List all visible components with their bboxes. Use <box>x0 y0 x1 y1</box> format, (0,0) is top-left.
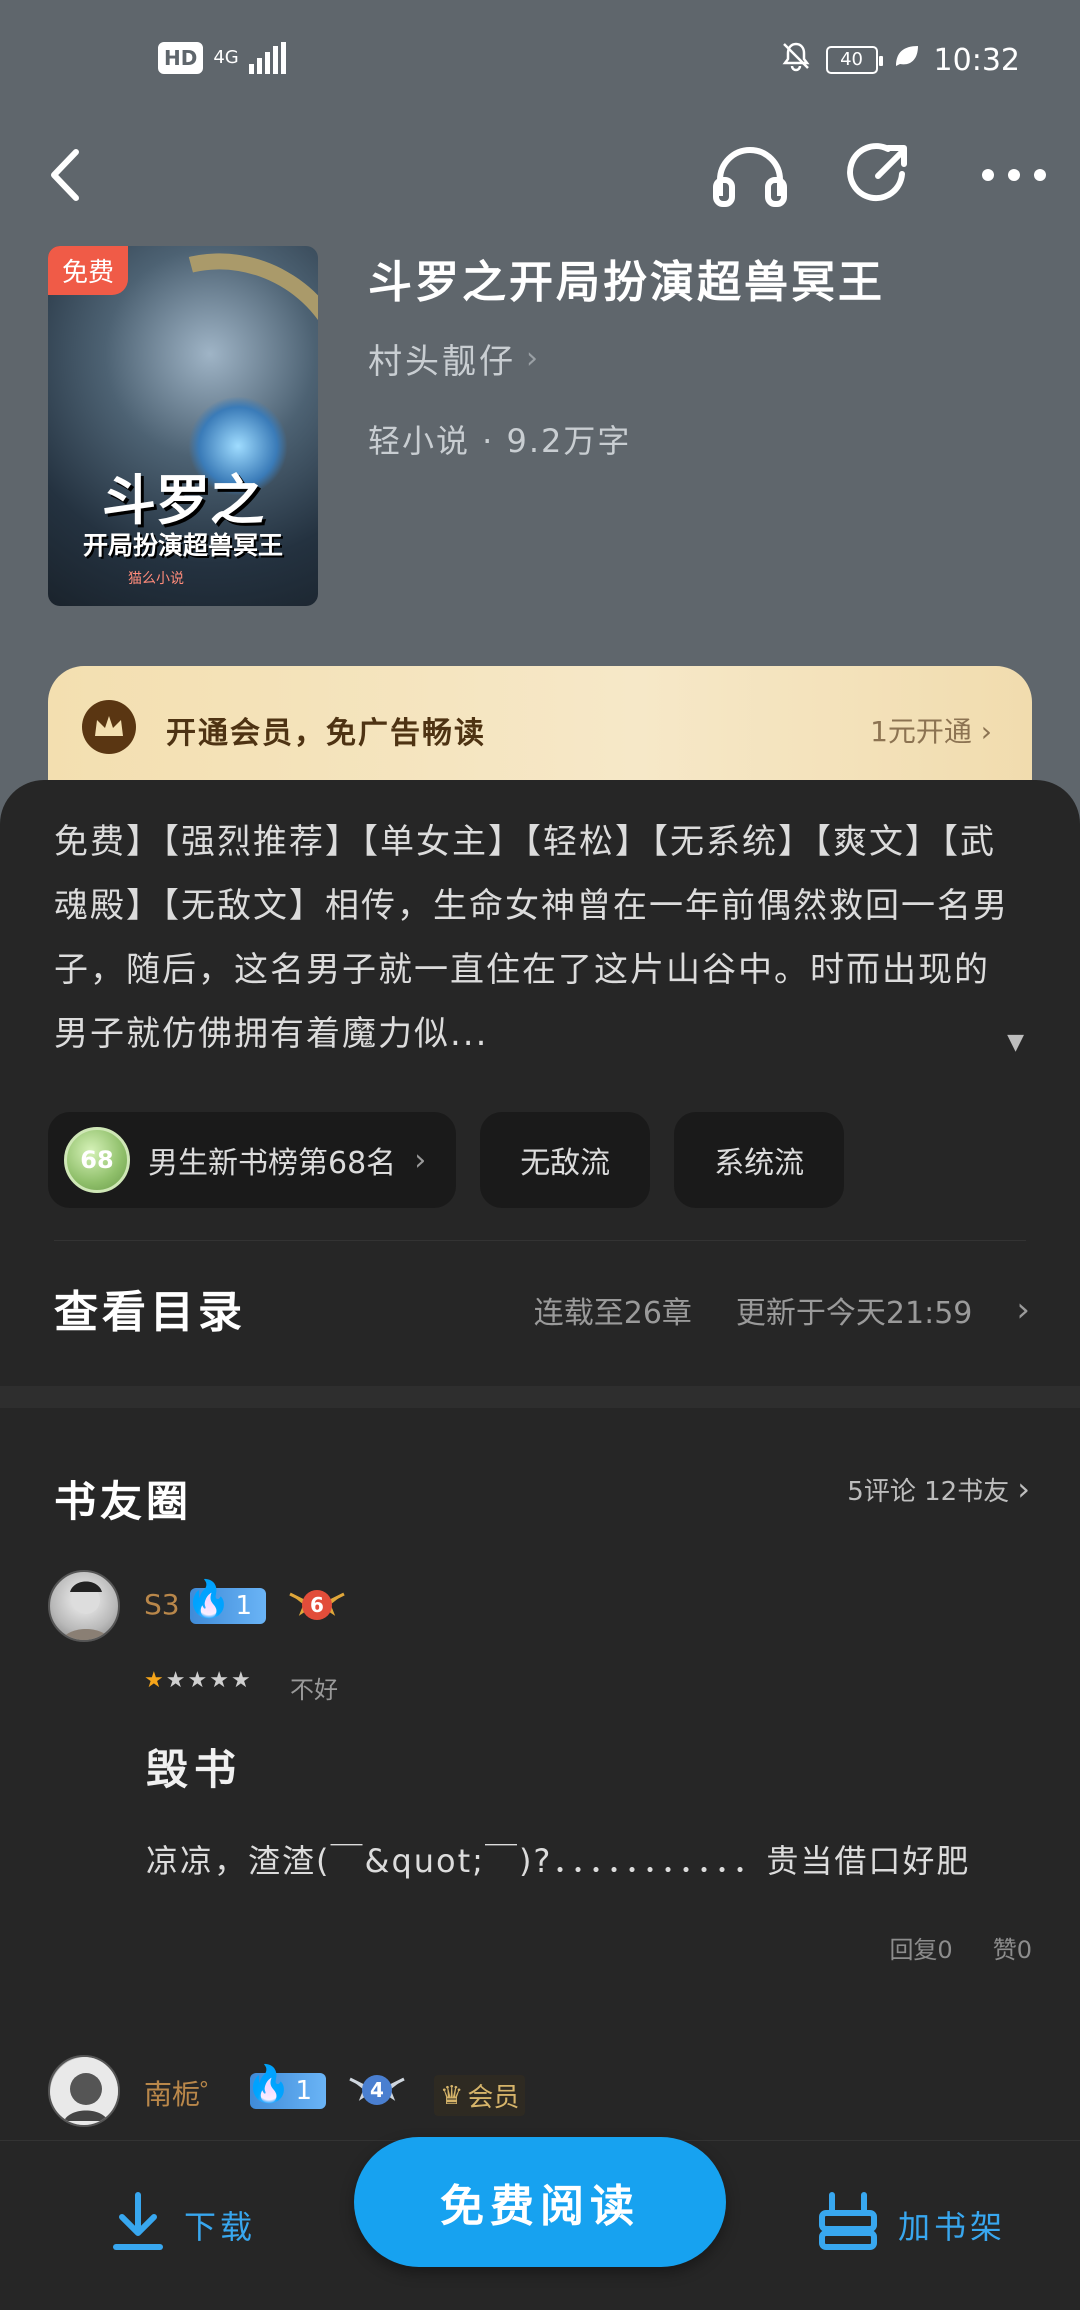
catalog-info: 连载至26章 更新于今天21:59 › <box>534 1288 1030 1332</box>
review-actions: 回复0 赞0 <box>889 1930 1032 1965</box>
vip-text: 开通会员，免广告畅读 <box>166 716 486 751</box>
cover-subtitle: 开局扮演超兽冥王 <box>82 531 283 560</box>
book-cover[interactable]: 斗罗之 开局扮演超兽冥王 猫么小说 免费 <box>48 246 318 606</box>
star-icon: ★ <box>165 1668 188 1693</box>
status-left: HD 4G <box>158 42 286 74</box>
star-icon: ★ <box>187 1668 210 1693</box>
synopsis-text[interactable]: 免费】【强烈推荐】【单女主】【轻松】【无系统】【爽文】【武魂殿】【无敌文】相传，… <box>54 810 1024 1066</box>
level-number: 6 <box>302 1590 332 1620</box>
cover-publisher: 猫么小说 <box>128 571 184 587</box>
avatar[interactable] <box>48 2055 120 2127</box>
rating-text: 不好 <box>290 1676 338 1704</box>
download-label: 下载 <box>184 2208 257 2246</box>
cover-title: 斗罗之 <box>102 468 264 532</box>
clock: 10:32 <box>933 42 1020 78</box>
like-button[interactable]: 赞0 <box>993 1930 1032 1965</box>
crown-icon: ♛ <box>440 2080 464 2111</box>
tag-invincible[interactable]: 无敌流 <box>480 1112 651 1208</box>
rank-label: 男生新书榜第68名 <box>148 1146 397 1181</box>
free-read-button[interactable]: 免费阅读 <box>354 2137 726 2267</box>
chevron-left-icon[interactable] <box>40 140 90 210</box>
avatar[interactable] <box>48 1570 120 1642</box>
level-number: 4 <box>362 2075 392 2105</box>
hd-icon: HD <box>158 42 204 74</box>
network-type: 4G <box>213 47 239 68</box>
chevron-right-icon: › <box>1016 1290 1030 1330</box>
circle-counts: 5评论 12书友 <box>847 1476 1010 1507</box>
wing-level-badge: 6 <box>288 1584 346 1626</box>
catalog-row[interactable]: 查看目录 连载至26章 更新于今天21:59 › <box>0 1240 1080 1370</box>
vip-action[interactable]: 1元开通 › <box>870 710 992 750</box>
star-icon: ★ <box>230 1668 253 1693</box>
add-shelf-button[interactable]: 加书架 <box>818 2191 1006 2259</box>
author-name: 村头靓仔 <box>368 342 516 382</box>
star-icon: ★ <box>144 1668 166 1693</box>
wing-level-badge: 4 <box>348 2069 406 2111</box>
signal-icon <box>248 42 286 74</box>
leaf-icon <box>892 42 920 78</box>
book-circle-title: 书友圈 <box>54 1477 193 1526</box>
rank-badge-icon: 68 <box>64 1127 130 1193</box>
chevron-right-icon: › <box>1017 1470 1030 1508</box>
chapter-count: 连载至26章 <box>533 1296 692 1331</box>
review-item[interactable]: S3 1 6 ★★★★★ 不好 毁书 凉凉，渣渣(￣&quot;￣)?．．．．．… <box>0 1570 1080 2070</box>
vip-member-badge: ♛ 会员 <box>434 2075 526 2116</box>
detail-sheet: 免费】【强烈推荐】【单女主】【轻松】【无系统】【爽文】【武魂殿】【无敌文】相传，… <box>0 780 1080 2310</box>
download-icon <box>112 2191 164 2259</box>
free-badge: 免费 <box>48 246 129 295</box>
chevron-right-icon: › <box>414 1142 427 1178</box>
status-right: 40 10:32 <box>780 40 1020 80</box>
book-title: 斗罗之开局扮演超兽冥王 <box>368 257 885 308</box>
catalog-title: 查看目录 <box>54 1287 246 1338</box>
share-icon[interactable] <box>842 140 922 210</box>
chevron-right-icon: › <box>980 715 992 748</box>
tag-row: 68 男生新书榜第68名 › 无敌流 系统流 <box>48 1112 845 1208</box>
battery-icon: 40 <box>825 46 883 74</box>
add-shelf-label: 加书架 <box>898 2208 1007 2246</box>
fire-level-badge: 1 <box>250 2073 326 2109</box>
update-time: 更新于今天21:59 <box>735 1296 973 1331</box>
vip-action-label: 1元开通 <box>870 715 972 748</box>
headphones-icon[interactable] <box>710 140 790 210</box>
more-icon[interactable] <box>974 140 1054 210</box>
tag-system[interactable]: 系统流 <box>674 1112 845 1208</box>
status-bar: HD 4G 40 10:32 <box>0 0 1080 125</box>
book-circle-info[interactable]: 5评论 12书友 › <box>847 1470 1030 1508</box>
section-gap <box>0 1386 1080 1408</box>
bell-off-icon <box>780 40 812 80</box>
username[interactable]: 南栀゜ <box>144 2073 228 2113</box>
review-body: 凉凉，渣渣(￣&quot;￣)?．．．．．．．．．．．贵当借口好肥 <box>146 1842 971 1880</box>
rating-stars: ★★★★★ <box>144 1668 253 1693</box>
review-item[interactable]: 南栀゜ 1 4 ♛ 会员 <box>0 2055 1080 2135</box>
top-nav <box>0 130 1080 220</box>
review-title: 毁书 <box>146 1745 243 1794</box>
download-button[interactable]: 下载 <box>112 2191 256 2259</box>
bookshelf-icon <box>818 2191 878 2259</box>
author-link[interactable]: 村头靓仔 › <box>368 334 541 383</box>
crown-icon <box>82 700 136 754</box>
expand-icon[interactable]: ▼ <box>1007 1030 1024 1055</box>
username[interactable]: S3 <box>144 1588 180 1621</box>
star-icon: ★ <box>209 1668 231 1693</box>
reply-button[interactable]: 回复0 <box>889 1930 952 1965</box>
chevron-right-icon: › <box>526 341 541 376</box>
rank-tag[interactable]: 68 男生新书榜第68名 › <box>48 1112 457 1208</box>
vip-member-label: 会员 <box>467 2083 520 2113</box>
fire-level-badge: 1 <box>190 1588 266 1624</box>
book-meta: 轻小说 · 9.2万字 <box>368 422 632 460</box>
